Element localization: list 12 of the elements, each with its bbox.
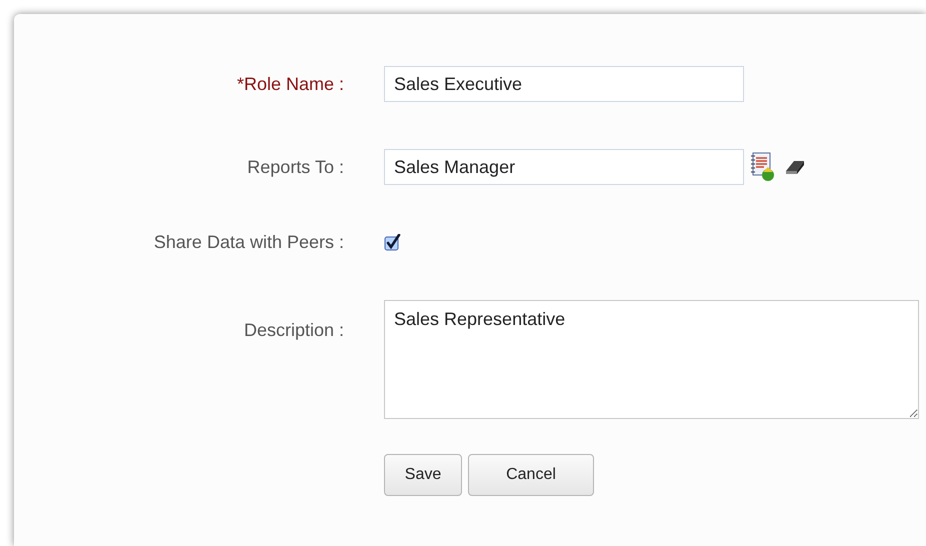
field-label: Share Data with Peers : bbox=[154, 232, 344, 253]
field-label: Description : bbox=[244, 320, 344, 341]
description-field[interactable]: Sales Representative bbox=[384, 300, 919, 419]
cancel-button[interactable]: Cancel bbox=[468, 454, 594, 496]
text-field[interactable]: Sales Manager bbox=[384, 149, 744, 185]
address-book-icon[interactable] bbox=[750, 152, 776, 182]
field-label: *Role Name : bbox=[236, 74, 344, 94]
text-field[interactable]: Sales Executive bbox=[384, 66, 744, 102]
field-label: Reports To : bbox=[247, 156, 344, 178]
save-button[interactable]: Save bbox=[384, 454, 462, 496]
checkbox[interactable] bbox=[384, 234, 401, 251]
eraser-icon[interactable] bbox=[784, 159, 806, 175]
